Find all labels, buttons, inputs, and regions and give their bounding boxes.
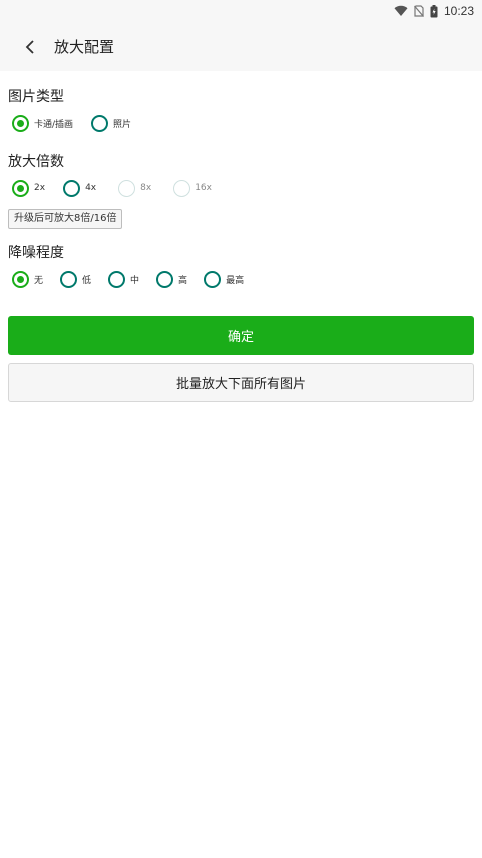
- radio-label: 卡通/插画: [34, 119, 74, 130]
- confirm-button[interactable]: 确定: [8, 316, 474, 355]
- battery-charging-icon: [430, 4, 438, 18]
- radio-label: 16x: [195, 183, 212, 193]
- radio-label: 低: [82, 275, 92, 286]
- image-type-group: 卡通/插画 照片: [8, 111, 145, 135]
- radio-denoise-highest[interactable]: 最高: [200, 270, 245, 288]
- radio-label: 中: [130, 275, 140, 286]
- radio-label: 最高: [226, 275, 245, 286]
- app-bar: 放大配置: [0, 22, 482, 71]
- radio-label: 8x: [140, 183, 152, 193]
- radio-unchecked-icon: [60, 270, 78, 288]
- radio-scale-8x[interactable]: 8x: [114, 179, 152, 197]
- chevron-left-icon: [25, 39, 34, 54]
- radio-checked-icon: [12, 270, 29, 288]
- back-button[interactable]: [10, 27, 50, 67]
- radio-checked-icon: [12, 179, 29, 197]
- radio-unchecked-icon: [91, 114, 109, 132]
- radio-denoise-high[interactable]: 高: [152, 270, 188, 288]
- radio-label: 照片: [113, 119, 132, 130]
- radio-scale-16x[interactable]: 16x: [169, 179, 212, 197]
- page-title: 放大配置: [54, 38, 115, 56]
- radio-disabled-icon: [173, 179, 191, 197]
- status-time: 10:23: [443, 4, 474, 18]
- batch-upscale-button[interactable]: 批量放大下面所有图片: [8, 363, 474, 402]
- radio-unchecked-icon: [108, 270, 126, 288]
- radio-unchecked-icon: [63, 179, 81, 197]
- radio-denoise-none[interactable]: 无: [8, 270, 44, 288]
- wifi-icon: [394, 5, 408, 17]
- radio-unchecked-icon: [204, 270, 222, 288]
- radio-label: 4x: [85, 183, 97, 193]
- upgrade-button[interactable]: 升级后可放大8倍/16倍: [8, 209, 123, 229]
- radio-unchecked-icon: [156, 270, 174, 288]
- scale-group: 2x 4x 8x 16x: [8, 176, 226, 200]
- no-sim-icon: [414, 5, 424, 17]
- radio-scale-2x[interactable]: 2x: [8, 179, 46, 197]
- radio-label: 高: [178, 275, 188, 286]
- radio-disabled-icon: [118, 179, 136, 197]
- radio-cartoon[interactable]: 卡通/插画: [8, 114, 74, 132]
- status-bar: 10:23: [0, 0, 482, 22]
- radio-photo[interactable]: 照片: [87, 114, 132, 132]
- denoise-group: 无 低 中 高 最高: [8, 267, 258, 291]
- radio-denoise-low[interactable]: 低: [56, 270, 92, 288]
- image-type-title: 图片类型: [8, 89, 64, 105]
- radio-scale-4x[interactable]: 4x: [59, 179, 97, 197]
- radio-label: 无: [34, 275, 44, 286]
- radio-label: 2x: [34, 183, 46, 193]
- radio-checked-icon: [12, 114, 29, 132]
- scale-title: 放大倍数: [8, 154, 64, 170]
- radio-denoise-medium[interactable]: 中: [104, 270, 140, 288]
- denoise-title: 降噪程度: [8, 245, 64, 261]
